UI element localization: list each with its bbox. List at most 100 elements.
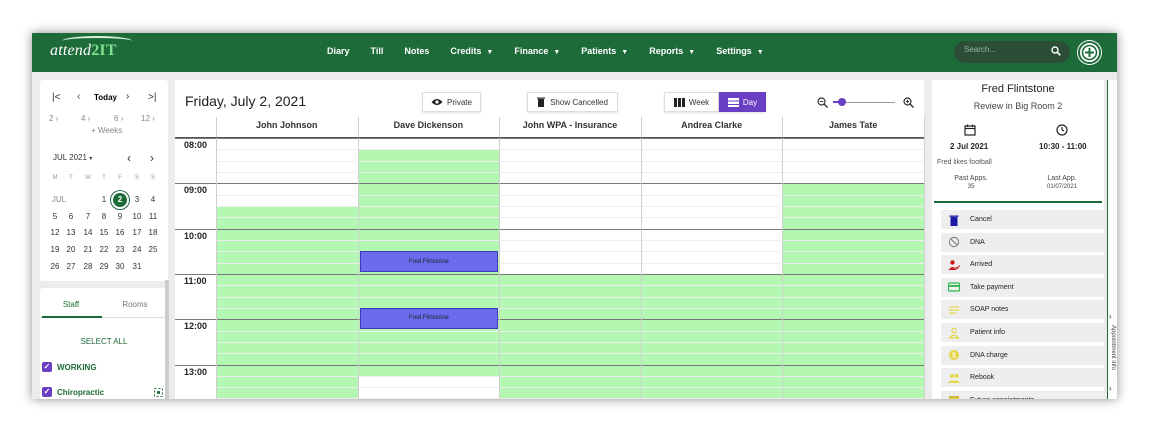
week-jump-6[interactable]: 6 › (114, 114, 123, 123)
search-input[interactable] (964, 45, 1049, 54)
tab-rooms[interactable]: Rooms (104, 300, 166, 309)
calendar-day[interactable]: 15 (96, 228, 112, 237)
show-cancelled-button[interactable]: Show Cancelled (527, 92, 618, 112)
nav-item-reports[interactable]: Reports ▼ (649, 46, 695, 56)
nav-item-settings[interactable]: Settings ▼ (716, 46, 763, 56)
zoom-out-icon[interactable] (817, 97, 828, 108)
next-month-button[interactable]: › (150, 151, 154, 165)
search-box (954, 41, 1070, 63)
calendar-day[interactable]: 24 (129, 245, 145, 254)
nav-item-notes[interactable]: Notes (404, 46, 429, 56)
calendar-day[interactable]: 25 (145, 245, 161, 254)
app-logo[interactable]: attend2IT (50, 42, 117, 60)
nav-last-week-button[interactable]: >| (148, 92, 156, 103)
nav-item-till[interactable]: Till (371, 46, 384, 56)
action-future-appointments[interactable]: Future appointments (941, 390, 1104, 399)
calendar-day[interactable]: 7 (80, 212, 96, 221)
action-take-payment[interactable]: Take payment (941, 277, 1104, 297)
appointment-info-side-tab[interactable]: › Appointment info › (1107, 80, 1117, 399)
calendar-day[interactable]: 14 (80, 228, 96, 237)
calendar-day[interactable]: 21 (80, 245, 96, 254)
group-chiropractic[interactable]: ✓ Chiropractic (42, 387, 104, 397)
group-working[interactable]: ✓ WORKING (42, 362, 97, 372)
action-arrived[interactable]: Arrived (941, 255, 1104, 275)
action-patient-info[interactable]: Patient info (941, 323, 1104, 342)
card-icon (948, 281, 960, 293)
nav-next-day-button[interactable]: › (126, 91, 129, 102)
calendar-day[interactable]: 16 (112, 228, 128, 237)
nav-first-week-button[interactable]: |< (52, 92, 60, 103)
calendar-day[interactable]: 31 (129, 262, 145, 271)
action-dna[interactable]: DNA (941, 232, 1104, 252)
today-button[interactable]: Today (94, 93, 117, 102)
calendar-day[interactable]: 28 (80, 262, 96, 271)
calendar-day[interactable]: 30 (112, 262, 128, 271)
week-jump-12[interactable]: 12 › (141, 114, 155, 123)
column-header[interactable]: Dave Dickenson (358, 120, 500, 134)
calendar-day[interactable]: 18 (145, 228, 161, 237)
chevron-right-icon[interactable]: › (1109, 384, 1112, 393)
calendar-day[interactable]: 9 (112, 212, 128, 221)
panel-scrollbar[interactable] (165, 280, 169, 399)
nav-prev-day-button[interactable]: ‹ (77, 91, 80, 102)
week-jump-2[interactable]: 2 › (49, 114, 58, 123)
calendar-day[interactable]: 17 (129, 228, 145, 237)
view-week-button[interactable]: Week (664, 92, 719, 112)
action-dna-charge[interactable]: $ DNA charge (941, 345, 1104, 365)
calendar-day[interactable]: 29 (96, 262, 112, 271)
calendar-day[interactable]: 13 (63, 228, 79, 237)
patient-name[interactable]: Fred Flintstone (932, 83, 1104, 95)
column-separator (499, 117, 501, 137)
calendar-day[interactable]: 20 (63, 245, 79, 254)
available-slot[interactable] (500, 273, 641, 399)
column-header[interactable]: Andrea Clarke (641, 120, 783, 134)
calendar-day[interactable]: 22 (96, 245, 112, 254)
calendar-day[interactable]: 19 (47, 245, 63, 254)
nav-item-credits[interactable]: Credits ▼ (450, 46, 493, 56)
calendar-day[interactable]: 1 (96, 195, 112, 204)
slot-line (216, 330, 924, 332)
available-slot[interactable] (217, 205, 358, 399)
calendar-day[interactable]: 10 (129, 212, 145, 221)
nav-item-diary[interactable]: Diary (327, 46, 350, 56)
action-soap-notes[interactable]: SOAP notes (941, 300, 1104, 320)
week-jump-4[interactable]: 4 › (81, 114, 90, 123)
calendar-day[interactable]: 5 (47, 212, 63, 221)
calendar-day[interactable]: 12 (47, 228, 63, 237)
checkbox-checked-icon[interactable]: ✓ (42, 362, 52, 372)
focus-icon[interactable] (154, 388, 163, 397)
view-day-button[interactable]: Day (719, 92, 766, 112)
calendar-day[interactable]: 4 (145, 195, 161, 204)
search-icon[interactable] (1051, 46, 1061, 56)
calendar-day[interactable]: 27 (63, 262, 79, 271)
available-slot[interactable] (783, 183, 924, 399)
calendar-day[interactable]: 8 (96, 212, 112, 221)
zoom-in-icon[interactable] (903, 97, 914, 108)
column-header[interactable]: John WPA - Insurance (499, 120, 641, 134)
header-divider (175, 137, 924, 138)
quick-add-button[interactable] (1078, 41, 1101, 64)
column-header[interactable]: John Johnson (216, 120, 358, 134)
prev-month-button[interactable]: ‹ (127, 151, 131, 165)
calendar-day[interactable]: 26 (47, 262, 63, 271)
calendar-day[interactable]: 11 (145, 212, 161, 221)
private-toggle-button[interactable]: Private (422, 92, 481, 112)
calendar-day[interactable]: 23 (112, 245, 128, 254)
available-slot[interactable] (641, 273, 783, 399)
checkbox-checked-icon[interactable]: ✓ (42, 387, 52, 397)
action-cancel[interactable]: Cancel (941, 210, 1104, 229)
selected-day[interactable]: 2 (113, 193, 127, 207)
nav-item-patients[interactable]: Patients ▼ (581, 46, 628, 56)
tab-staff[interactable]: Staff (40, 300, 102, 309)
calendar-day[interactable]: 3 (129, 195, 145, 204)
action-rebook[interactable]: Rebook (941, 368, 1104, 388)
chevron-right-icon[interactable]: › (1109, 312, 1112, 321)
calendar-day[interactable]: 6 (63, 212, 79, 221)
column-header[interactable]: James Tate (782, 120, 924, 134)
zoom-slider-thumb[interactable] (838, 98, 847, 106)
appointment-block[interactable]: Fred Flintstone (359, 307, 499, 329)
appointment-block[interactable]: Fred Flintstone (359, 251, 499, 272)
select-all-button[interactable]: SELECT ALL (40, 337, 168, 346)
nav-item-finance[interactable]: Finance ▼ (514, 46, 560, 56)
month-select[interactable]: JUL 2021 ▾ (53, 153, 92, 162)
